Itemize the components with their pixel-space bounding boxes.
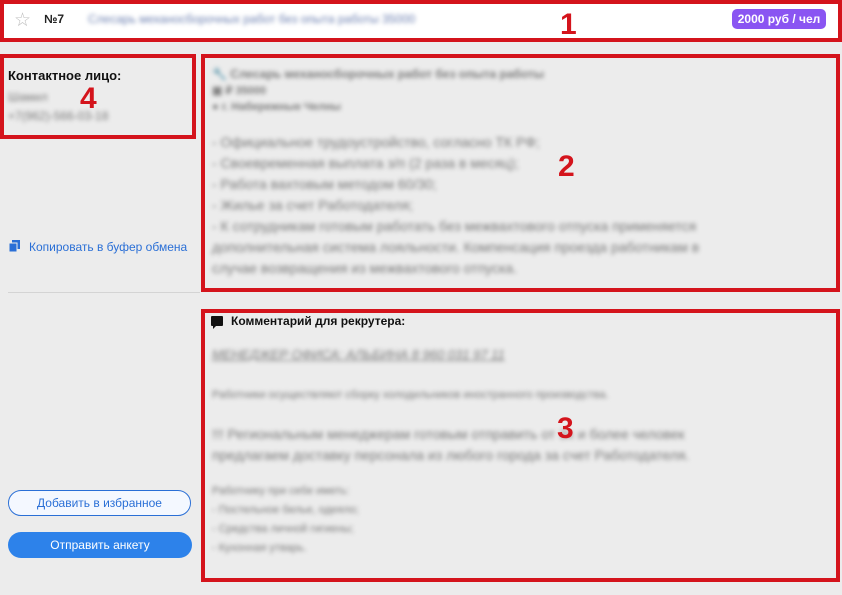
send-application-button[interactable]: Отправить анкету [8,532,192,558]
annotation-number-3: 3 [557,412,574,445]
annotation-box-3 [201,309,840,582]
annotation-box-4 [0,54,196,139]
annotation-number-1: 1 [560,8,577,41]
annotation-box-2 [201,54,840,292]
copy-icon[interactable] [9,240,20,252]
copy-to-clipboard-link[interactable]: Копировать в буфер обмена [29,238,189,257]
add-to-favorites-button[interactable]: Добавить в избранное [8,490,191,516]
divider [8,292,200,293]
annotation-box-1 [0,0,842,42]
annotation-number-4: 4 [80,82,97,115]
annotation-number-2: 2 [558,150,575,183]
